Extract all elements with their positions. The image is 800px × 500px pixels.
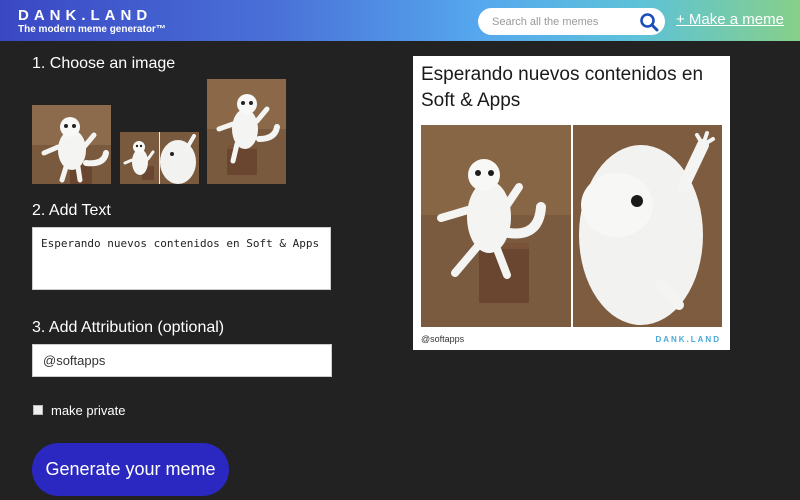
make-private-checkbox[interactable] (33, 405, 43, 415)
generate-meme-button[interactable]: Generate your meme (32, 443, 229, 496)
search-input[interactable] (492, 14, 632, 30)
make-meme-link[interactable]: + Make a meme (676, 11, 784, 28)
search-icon[interactable] (638, 11, 660, 33)
meme-text-input[interactable]: Esperando nuevos contenidos en Soft & Ap… (32, 227, 331, 290)
cat-on-box-thumb[interactable] (207, 79, 286, 184)
site-logo[interactable]: DANK.LAND (18, 7, 152, 24)
split-cat-thumb[interactable] (120, 132, 199, 184)
cat-image (32, 105, 111, 184)
cat-image (120, 132, 199, 184)
site-tagline: The modern meme generator™ (18, 24, 166, 35)
preview-attribution: @softapps (421, 334, 465, 344)
step-choose-image-label: 1. Choose an image (32, 55, 176, 72)
preview-caption: Esperando nuevos contenidos en Soft & Ap… (421, 64, 704, 111)
top-header: DANK.LAND The modern meme generator™ + M… (0, 0, 800, 41)
preview-cat-image (421, 125, 722, 327)
single-cat-thumb[interactable] (32, 105, 111, 184)
preview-brand-watermark: DANK.LAND (655, 335, 721, 344)
cat-image (207, 79, 286, 184)
step-add-attribution-label: 3. Add Attribution (optional) (32, 319, 225, 336)
step-add-text-label: 2. Add Text (32, 202, 111, 219)
make-private-label[interactable]: make private (51, 403, 125, 418)
search-box (478, 8, 665, 35)
meme-preview: Esperando nuevos contenidos en Soft & Ap… (413, 56, 730, 350)
attribution-input[interactable] (32, 344, 332, 377)
